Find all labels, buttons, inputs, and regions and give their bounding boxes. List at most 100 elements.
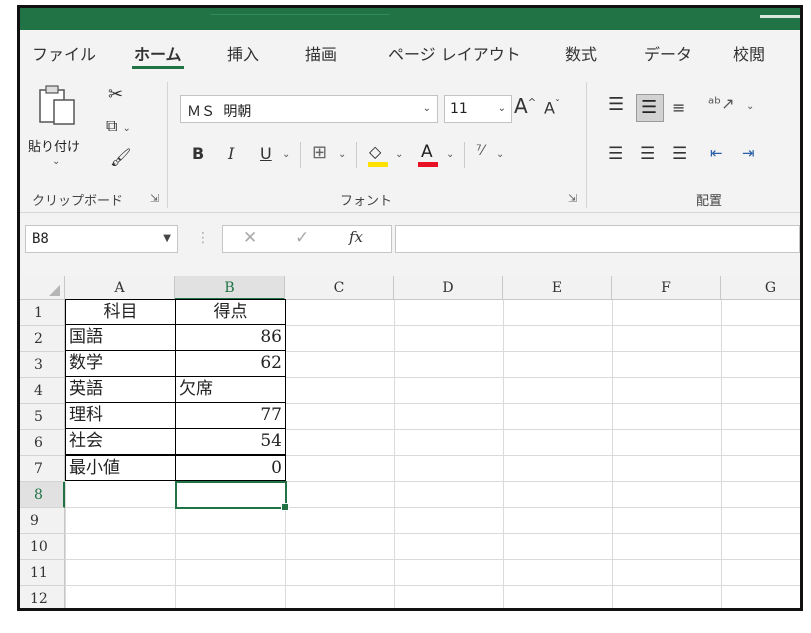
cell-b5[interactable]: 77 — [176, 403, 286, 429]
ribbon-separator — [356, 142, 357, 168]
row-header-4[interactable]: 4 — [20, 378, 65, 404]
decrease-font-size-icon[interactable]: Aˇ — [544, 100, 560, 116]
borders-icon[interactable]: ⊞ — [312, 144, 327, 162]
cancel-icon[interactable]: ✕ — [243, 230, 257, 247]
select-all-button[interactable] — [20, 276, 65, 300]
orientation-icon[interactable]: ᵃᵇ↗ — [708, 96, 735, 112]
align-middle-button[interactable]: ☰ — [636, 94, 664, 122]
ribbon: 貼り付け ⌄ ✂ ⧉ ⌄ 🖌 クリップボード ⇲ ＭＳ 明朝 ⌄ 11 ⌄ A^… — [20, 74, 800, 213]
align-right-icon[interactable]: ☰ — [672, 146, 687, 163]
column-header-g[interactable]: G — [721, 276, 800, 300]
underline-button[interactable]: U — [260, 146, 272, 162]
cell-b7[interactable]: 0 — [176, 455, 286, 481]
ribbon-separator — [167, 82, 168, 208]
tab-draw[interactable]: 描画 — [305, 41, 337, 65]
fill-bucket-icon: ◇ — [369, 142, 382, 161]
row-header-9[interactable]: 9 — [20, 508, 65, 534]
row-header-6[interactable]: 6 — [20, 430, 65, 456]
cell-a6[interactable]: 社会 — [65, 429, 176, 455]
font-color-dropdown-icon[interactable]: ⌄ — [446, 150, 454, 160]
column-header-a[interactable]: A — [65, 276, 175, 300]
format-painter-icon[interactable]: 🖌 — [110, 150, 132, 167]
row-header-8[interactable]: 8 — [20, 482, 65, 508]
cell-b2[interactable]: 86 — [176, 325, 286, 351]
active-cell-b8[interactable] — [175, 481, 289, 511]
row-header-11[interactable]: 11 — [20, 560, 65, 586]
column-header-d[interactable]: D — [394, 276, 503, 300]
enter-icon[interactable]: ✓ — [295, 230, 309, 247]
paste-button[interactable]: 貼り付け ⌄ — [28, 82, 88, 172]
paste-dropdown-icon[interactable]: ⌄ — [52, 156, 60, 167]
cell-b3[interactable]: 62 — [176, 351, 286, 377]
cell-b4[interactable]: 欠席 — [176, 377, 286, 403]
active-tab-underline — [132, 66, 184, 69]
tab-formulas[interactable]: 数式 — [565, 41, 597, 65]
row-header-3[interactable]: 3 — [20, 352, 65, 378]
cell-b1[interactable]: 得点 — [176, 299, 286, 325]
fill-handle[interactable] — [281, 503, 289, 511]
clipboard-launcher-icon[interactable]: ⇲ — [150, 192, 159, 205]
ribbon-tabs: ファイル ホーム 挿入 描画 ページ レイアウト 数式 データ 校閲 — [20, 30, 800, 74]
cell-a1[interactable]: 科目 — [65, 299, 176, 325]
insert-function-button[interactable]: fx — [349, 230, 363, 245]
font-size-value: 11 — [450, 101, 468, 117]
cut-icon[interactable]: ✂ — [108, 86, 123, 104]
borders-dropdown-icon[interactable]: ⌄ — [338, 150, 346, 160]
increase-font-size-icon[interactable]: A^ — [514, 96, 536, 116]
decrease-indent-icon[interactable]: ⇤ — [710, 146, 723, 161]
tab-review[interactable]: 校閲 — [733, 41, 765, 65]
font-group-label: フォント — [340, 194, 393, 209]
fill-color-dropdown-icon[interactable]: ⌄ — [395, 150, 403, 160]
tab-data[interactable]: データ — [644, 41, 692, 65]
phonetic-guide-icon[interactable]: ⁷⁄ — [476, 144, 484, 158]
spreadsheet-grid: A B C D E F G 1 2 3 4 5 6 7 8 9 10 11 12… — [20, 276, 800, 608]
ribbon-separator — [464, 142, 465, 168]
row-header-2[interactable]: 2 — [20, 326, 65, 352]
cell-a3[interactable]: 数学 — [65, 351, 176, 377]
cell-a5[interactable]: 理科 — [65, 403, 176, 429]
font-name-dropdown[interactable]: ＭＳ 明朝 ⌄ — [180, 95, 438, 123]
empty-cells-area[interactable] — [286, 300, 800, 608]
excel-window: ファイル ホーム 挿入 描画 ページ レイアウト 数式 データ 校閲 貼り付け … — [17, 5, 803, 611]
align-top-icon[interactable]: ☰ — [608, 96, 624, 114]
italic-button[interactable]: I — [228, 146, 234, 162]
paste-label: 貼り付け — [28, 140, 81, 155]
tab-page-layout[interactable]: ページ レイアウト — [388, 41, 521, 65]
column-header-e[interactable]: E — [503, 276, 612, 300]
align-bottom-icon[interactable]: ≡ — [672, 100, 685, 116]
bold-button[interactable]: B — [192, 146, 204, 162]
tab-file[interactable]: ファイル — [32, 41, 96, 65]
align-left-icon[interactable]: ☰ — [608, 146, 623, 163]
phonetic-dropdown-icon[interactable]: ⌄ — [496, 150, 504, 160]
increase-indent-icon[interactable]: ⇥ — [742, 146, 755, 161]
formula-input[interactable] — [395, 225, 800, 253]
tab-home[interactable]: ホーム — [132, 41, 184, 69]
cell-a7[interactable]: 最小値 — [65, 455, 176, 481]
cell-a4[interactable]: 英語 — [65, 377, 176, 403]
underline-dropdown-icon[interactable]: ⌄ — [282, 150, 290, 160]
column-header-c[interactable]: C — [285, 276, 394, 300]
fill-color-button[interactable]: ◇ — [366, 140, 392, 170]
orientation-dropdown-icon[interactable]: ⌄ — [746, 102, 754, 112]
ribbon-separator — [586, 82, 587, 208]
row-header-1[interactable]: 1 — [20, 300, 65, 326]
font-color-button[interactable]: A — [416, 140, 442, 170]
formula-bar: B8 ▼ ⋮ ✕ ✓ fx — [20, 213, 800, 265]
row-header-10[interactable]: 10 — [20, 534, 65, 560]
tab-insert[interactable]: 挿入 — [227, 41, 259, 65]
name-box[interactable]: B8 ▼ — [25, 225, 178, 253]
name-box-value: B8 — [32, 231, 49, 247]
chevron-down-icon: ⌄ — [422, 103, 431, 114]
row-header-7[interactable]: 7 — [20, 456, 65, 482]
align-center-icon[interactable]: ☰ — [640, 146, 655, 163]
font-size-dropdown[interactable]: 11 ⌄ — [444, 95, 512, 123]
underline-label: U — [260, 144, 272, 163]
copy-icon[interactable]: ⧉ ⌄ — [106, 118, 131, 134]
column-header-f[interactable]: F — [612, 276, 721, 300]
row-header-5[interactable]: 5 — [20, 404, 65, 430]
cell-b6[interactable]: 54 — [176, 429, 286, 455]
column-header-b[interactable]: B — [175, 276, 285, 300]
cell-a2[interactable]: 国語 — [65, 325, 176, 351]
row-header-12[interactable]: 12 — [20, 586, 65, 608]
font-launcher-icon[interactable]: ⇲ — [568, 192, 577, 205]
